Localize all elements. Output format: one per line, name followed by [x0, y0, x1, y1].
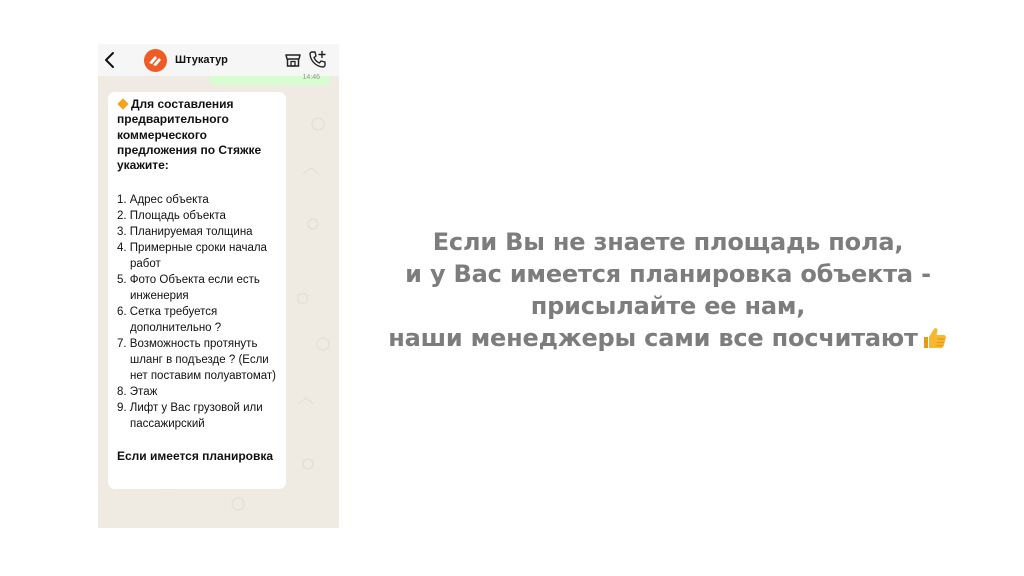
- list-item: 8. Этаж: [117, 386, 158, 399]
- avatar[interactable]: [144, 49, 167, 72]
- message-heading-text: Для составления предварительного коммерч…: [117, 97, 262, 173]
- thumbs-up-icon: [923, 328, 946, 348]
- requirements-list: 1. Адрес объекта 2. Площадь объекта 3. П…: [117, 192, 278, 432]
- previous-outgoing-message: 14:46: [210, 74, 330, 85]
- shop-icon[interactable]: [284, 51, 302, 69]
- headline-text: наши менеджеры сами все посчитают: [388, 324, 918, 352]
- headline-line: и у Вас имеется планировка объекта -: [405, 260, 931, 288]
- chat-header: Штукатур: [98, 44, 339, 76]
- list-item: 9. Лифт у Вас грузовой или пассажирский: [117, 402, 263, 431]
- list-item: 6. Сетка требуется дополнительно ?: [117, 306, 222, 335]
- add-call-icon[interactable]: [308, 50, 327, 69]
- list-item: 5. Фото Объекта если есть инженерия: [117, 274, 260, 303]
- headline-line: присылайте ее нам,: [530, 292, 806, 320]
- headline: Если Вы не знаете площадь пола, и у Вас …: [352, 226, 984, 354]
- list-item: 1. Адрес объекта: [117, 194, 209, 207]
- message-time: 14:46: [302, 74, 320, 81]
- list-item: 2. Площадь объекта: [117, 210, 226, 223]
- list-item: 4. Примерные сроки начала работ: [117, 242, 267, 271]
- headline-line: Если Вы не знаете площадь пола,: [432, 228, 904, 256]
- list-item: 3. Планируемая толщина: [117, 226, 253, 239]
- company-logo-icon: [149, 56, 161, 66]
- chevron-left-icon[interactable]: [103, 50, 117, 70]
- message-footer: Если имеется планировка: [117, 449, 274, 464]
- message-heading: Для составления предварительного коммерч…: [117, 97, 278, 173]
- contact-name[interactable]: Штукатур: [175, 54, 228, 66]
- headline-line-last: наши менеджеры сами все посчитают: [352, 322, 984, 354]
- orange-diamond-icon: [117, 98, 129, 110]
- list-item: 7. Возможность протянуть шланг в подъезд…: [117, 338, 277, 383]
- incoming-message-bubble: Для составления предварительного коммерч…: [108, 92, 286, 489]
